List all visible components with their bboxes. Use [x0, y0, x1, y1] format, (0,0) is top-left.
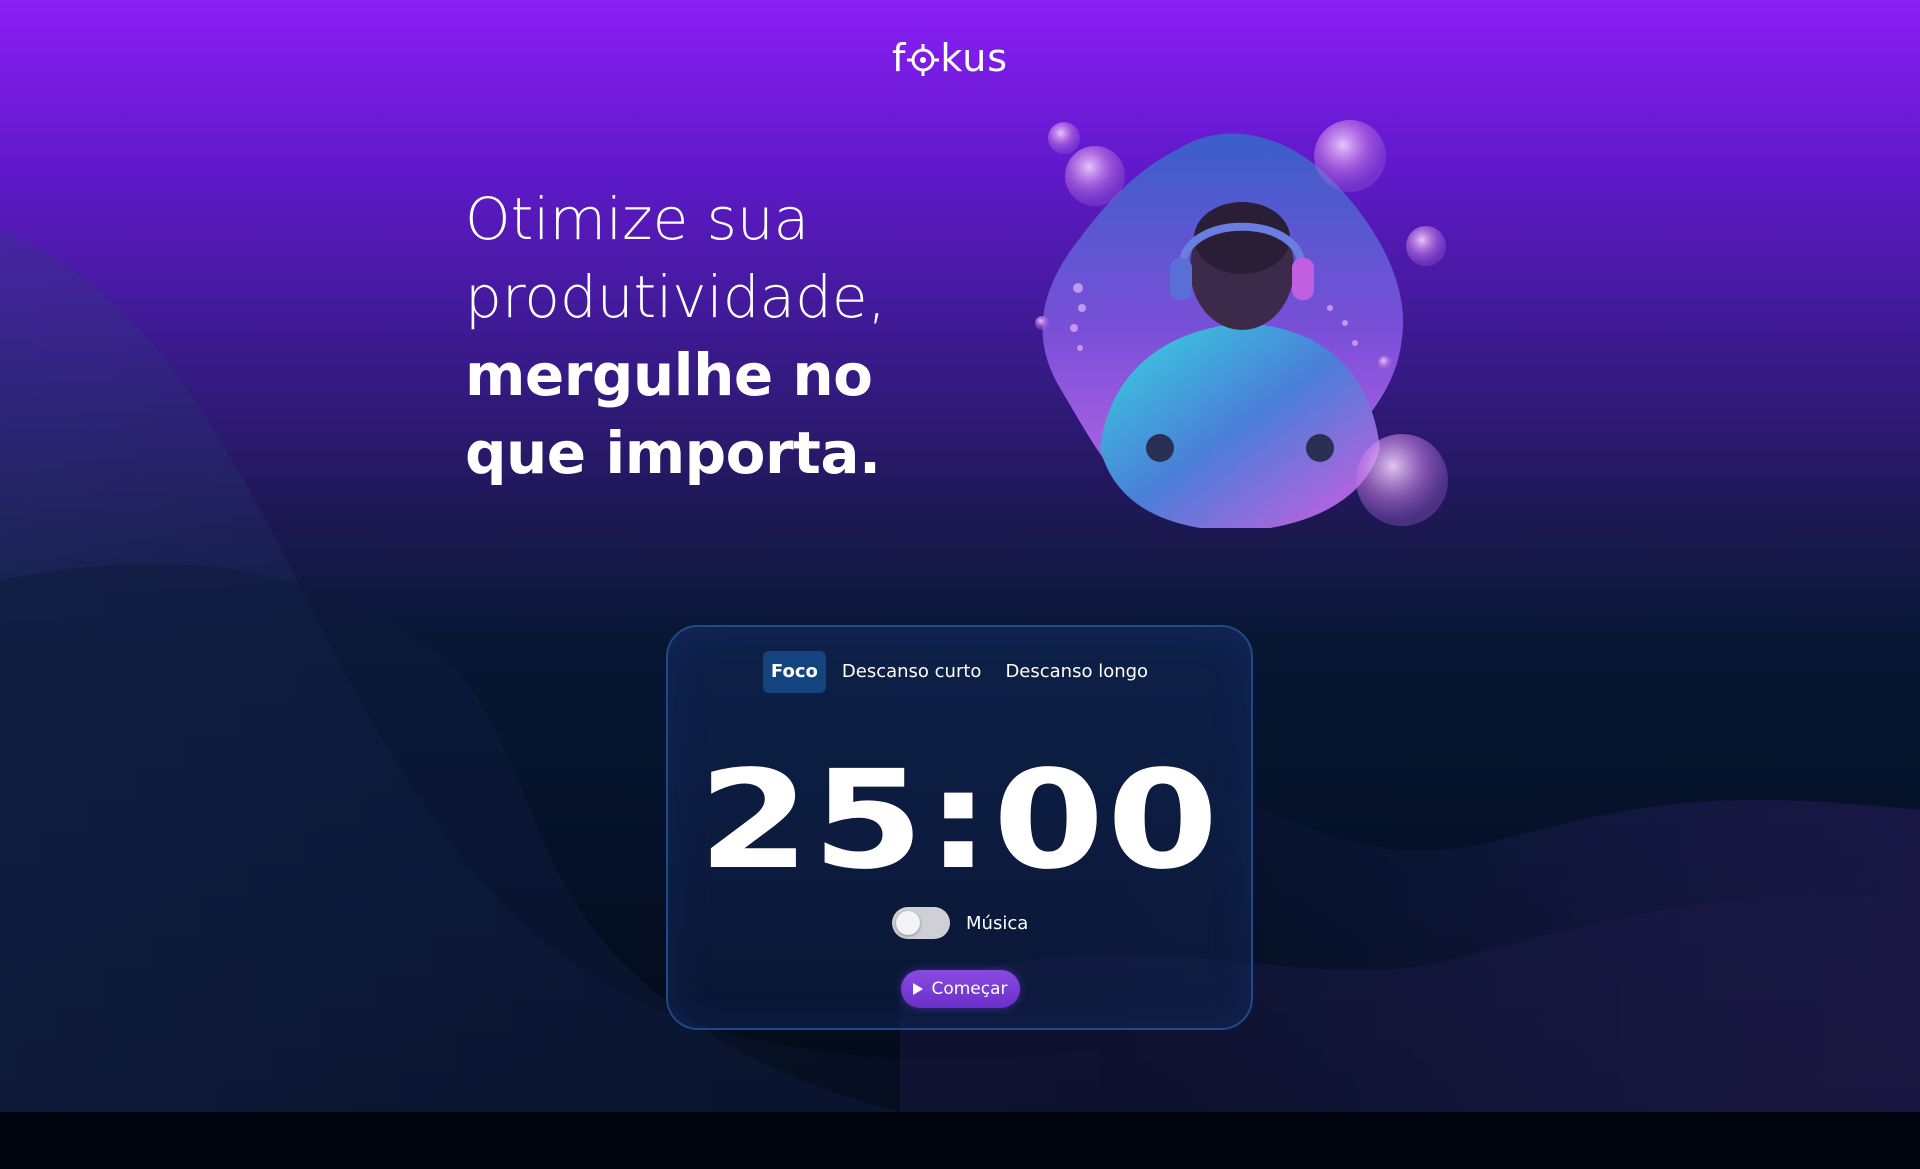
toggle-knob: [896, 911, 920, 935]
logo-text-left: f: [892, 36, 907, 80]
music-toggle[interactable]: [892, 907, 950, 939]
headline-line-1: Otimize sua: [465, 185, 810, 253]
bubble-2: [1048, 122, 1080, 154]
hero-illustration: [1035, 120, 1448, 528]
bubble-4: [1406, 226, 1446, 266]
bubble-3: [1314, 120, 1386, 192]
tab-descanso-curto[interactable]: Descanso curto: [834, 651, 990, 693]
tab-descanso-longo[interactable]: Descanso longo: [997, 651, 1156, 693]
fokus-logo[interactable]: f kus: [892, 36, 1008, 80]
bubble-5: [1356, 434, 1448, 526]
bubble-7: [1378, 356, 1392, 370]
headline-line-2: produtividade,: [465, 263, 887, 331]
mode-tabs: Foco Descanso curto Descanso longo: [668, 651, 1251, 693]
tab-foco[interactable]: Foco: [762, 651, 826, 693]
start-button[interactable]: Começar: [901, 970, 1020, 1008]
play-icon: [913, 983, 924, 995]
headline-line-4: que importa.: [465, 419, 881, 487]
start-button-label: Começar: [931, 979, 1008, 999]
target-icon: [907, 44, 940, 76]
hero-headline: Otimize sua produtividade, mergulhe no q…: [465, 180, 985, 492]
logo-text-right: kus: [940, 36, 1009, 80]
bubble-6: [1035, 316, 1049, 330]
timer-display: 25:00: [698, 742, 1221, 900]
music-toggle-row: Música: [892, 907, 1028, 939]
headline-line-3: mergulhe no: [465, 341, 873, 409]
bubble-1: [1065, 146, 1125, 206]
timer-card: Foco Descanso curto Descanso longo 25:00…: [666, 625, 1253, 1030]
music-label: Música: [966, 912, 1029, 934]
